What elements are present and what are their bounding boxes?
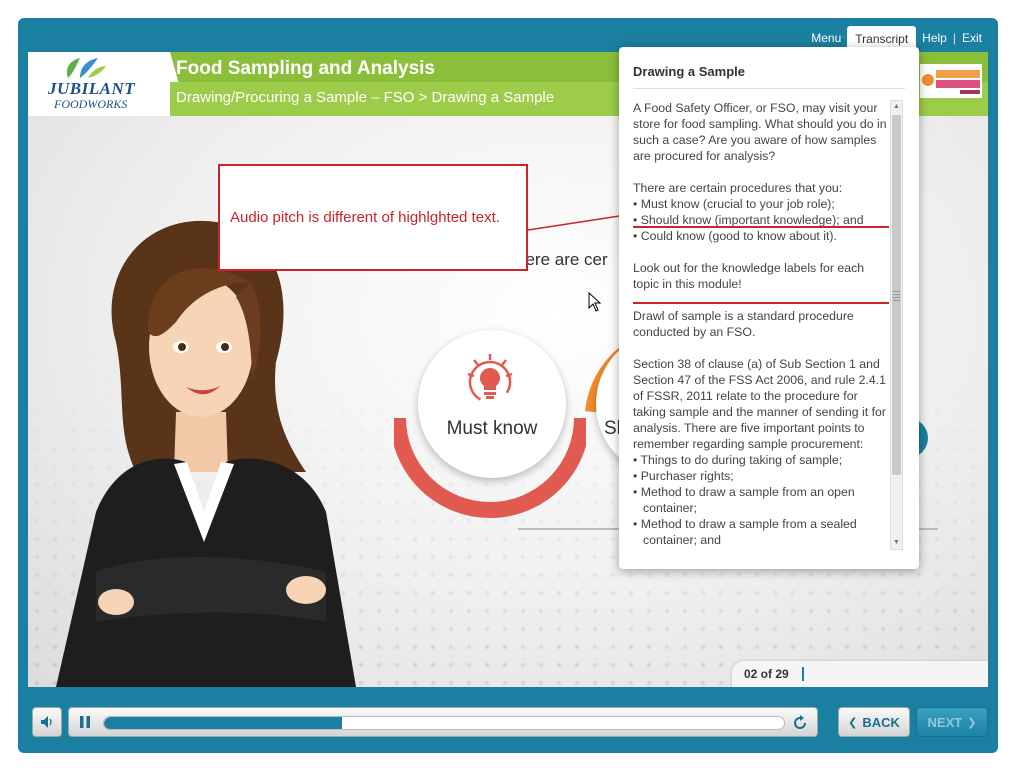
transcript-paragraph: Look out for the knowledge labels for ea… — [633, 261, 865, 291]
pause-icon[interactable] — [77, 714, 93, 730]
review-annotation-text: Audio pitch is different of highlghted t… — [230, 209, 500, 226]
back-button[interactable]: ❮ BACK — [838, 707, 910, 737]
scroll-grip-icon — [893, 291, 900, 303]
logo-text-secondary: FOODWORKS — [54, 97, 128, 111]
page-counter-text: 02 of 29 — [744, 667, 789, 681]
list-item: Things to do during taking of sample; — [633, 452, 889, 468]
speaker-icon — [41, 716, 52, 728]
seek-bar-progress — [104, 717, 342, 729]
help-link[interactable]: Help — [916, 26, 953, 50]
playback-controls: ❮ BACK NEXT ❯ — [28, 704, 988, 740]
list-item: Should know (important knowledge); and — [633, 212, 889, 228]
slide-heading: here are cer — [516, 250, 608, 269]
page-counter-divider — [802, 667, 804, 681]
next-button[interactable]: NEXT ❯ — [916, 707, 988, 737]
dunkin-donuts-logo-icon — [920, 64, 982, 98]
mouse-cursor-icon — [588, 292, 602, 312]
next-button-label: NEXT — [927, 714, 963, 730]
chevron-left-icon: ❮ — [848, 716, 858, 729]
seek-bar[interactable] — [103, 716, 785, 730]
replay-icon[interactable] — [791, 714, 809, 732]
must-know-label: Must know — [446, 418, 538, 439]
list-item: Method to draw a sample from a sealed co… — [633, 516, 889, 548]
jubilant-logo: JUBILANT FOODWORKS — [28, 52, 178, 116]
logo-text-primary: JUBILANT — [48, 79, 136, 98]
course-title: Food Sampling and Analysis — [176, 58, 435, 79]
transcript-paragraph: Section 38 of clause (a) of Sub Section … — [633, 357, 886, 451]
chevron-right-icon: ❯ — [967, 716, 977, 729]
scroll-down-icon[interactable]: ▼ — [891, 537, 902, 549]
transcript-scrollbar[interactable]: ▲ ▼ — [890, 100, 903, 550]
presenter-character — [56, 220, 356, 687]
transcript-paragraph: A Food Safety Officer, or FSO, may visit… — [633, 101, 887, 163]
page-counter: 02 of 29 — [732, 661, 988, 687]
list-item: Purchaser rights; — [633, 468, 889, 484]
transcript-divider — [633, 88, 905, 89]
back-button-label: BACK — [862, 714, 900, 730]
exit-link[interactable]: Exit — [956, 26, 988, 50]
scroll-up-icon[interactable]: ▲ — [891, 101, 902, 113]
list-item: Method to draw a sample from an open con… — [633, 484, 889, 516]
procurement-list: Things to do during taking of sample; Pu… — [633, 452, 889, 548]
transcript-paragraph: Drawl of sample is a standard procedure … — [633, 309, 854, 339]
course-player: Menu Transcript Help | Exit JUBILANT FOO… — [18, 18, 998, 753]
transcript-paragraph: There are certain procedures that you: — [633, 181, 843, 195]
seek-bar-container — [68, 707, 818, 737]
leaf-logo-icon — [66, 58, 106, 78]
scrollbar-thumb[interactable] — [892, 115, 901, 475]
transcript-knowledge-block: There are certain procedures that you: M… — [633, 180, 889, 244]
list-item: Must know (crucial to your job role); — [633, 196, 889, 212]
volume-button[interactable] — [32, 707, 62, 737]
knowledge-list: Must know (crucial to your job role); Sh… — [633, 196, 889, 244]
transcript-body[interactable]: A Food Safety Officer, or FSO, may visit… — [633, 100, 889, 548]
list-item: Could know (good to know about it). — [633, 228, 889, 244]
transcript-panel: Drawing a Sample A Food Safety Officer, … — [619, 47, 919, 569]
review-annotation-box: Audio pitch is different of highlghted t… — [218, 164, 528, 271]
transcript-title: Drawing a Sample — [633, 64, 745, 79]
breadcrumb: Drawing/Procuring a Sample – FSO > Drawi… — [176, 89, 555, 106]
transcript-procurement-block: Section 38 of clause (a) of Sub Section … — [633, 356, 889, 548]
lightbulb-icon — [467, 354, 513, 404]
